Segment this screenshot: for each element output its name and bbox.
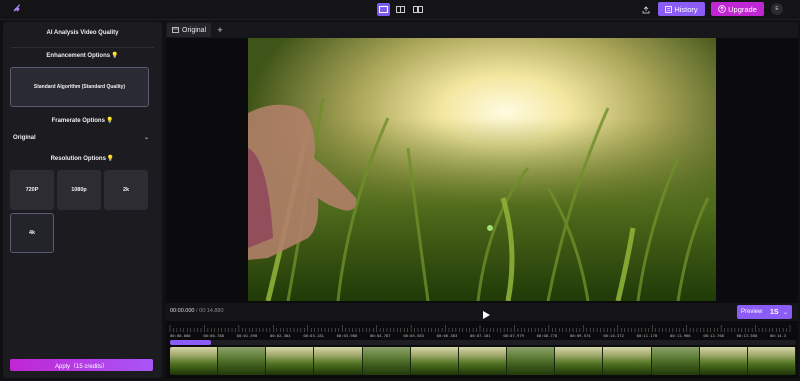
ruler-tick-label: 00:12.768 [703, 333, 724, 338]
resolution-heading: Resolution Options💡 [3, 155, 162, 162]
chevron-down-icon: ⌄ [143, 135, 149, 141]
resolution-2k-option[interactable]: 2k [104, 170, 148, 210]
split-view-icon [396, 6, 405, 13]
playback-controls: 00:00.000 / 00:14.880 Preview 1S ⌄ [166, 303, 798, 321]
time-display: 00:00.000 / 00:14.880 [170, 308, 224, 314]
filmstrip-frame[interactable] [266, 347, 315, 375]
add-tab-button[interactable]: + [214, 23, 226, 37]
video-filmstrip[interactable] [170, 347, 796, 375]
upgrade-button[interactable]: Upgrade [711, 2, 764, 16]
settings-sidebar: AI Analysis Video Quality Enhancement Op… [3, 22, 162, 378]
resolution-4k-option[interactable]: 4k [10, 213, 54, 253]
video-tab-icon [172, 27, 179, 33]
history-icon [665, 5, 673, 13]
preview-label: Preview [741, 309, 763, 315]
single-view-button[interactable] [377, 3, 390, 16]
divider [11, 47, 154, 48]
app-logo[interactable]: 𝒽 [14, 3, 26, 15]
ruler-tick-label: 00:07.181 [470, 333, 491, 338]
ruler-tick-label: 00:00.788 [203, 333, 224, 338]
tab-bar: Original + [166, 22, 798, 38]
ruler-tick-label: 00:01.590 [236, 333, 258, 338]
filmstrip-frame[interactable] [410, 347, 459, 375]
ruler-tick-label: 00:09.574 [570, 333, 591, 338]
user-avatar[interactable]: E [771, 3, 783, 15]
ruler-tick-label: 00:14.3 [770, 333, 787, 338]
split-view-button[interactable] [394, 3, 407, 16]
info-bulb-icon[interactable]: 💡 [111, 53, 118, 59]
resolution-720p-option[interactable]: 720P [10, 170, 54, 210]
filmstrip-frame[interactable] [651, 347, 700, 375]
chevron-down-icon[interactable]: ⌄ [783, 309, 788, 316]
filmstrip-frame[interactable] [218, 347, 267, 375]
standard-algorithm-option[interactable]: Standard Algorithm (Standard Quality) [10, 67, 149, 107]
video-frame-image [248, 38, 716, 301]
filmstrip-frame[interactable] [603, 347, 652, 375]
ruler-tick-label: 00:03.980 [336, 333, 358, 338]
timeline-progress-fill [170, 340, 212, 345]
resolution-heading-text: Resolution Options [50, 156, 106, 162]
framerate-value: Original [13, 135, 36, 141]
editor-main: Original + 00:00.000 / 00:14.880 Preview… [166, 22, 798, 378]
filmstrip-frame[interactable] [555, 347, 604, 375]
play-icon [483, 311, 490, 319]
filmstrip-frame[interactable] [458, 347, 508, 375]
ruler-tick-label: 00:13.568 [736, 333, 758, 338]
framerate-select[interactable]: Original ⌄ [13, 135, 149, 145]
history-button[interactable]: History [658, 2, 705, 16]
sidebar-title: AI Analysis Video Quality [46, 30, 119, 36]
filmstrip-frame[interactable] [314, 347, 363, 375]
upgrade-label: Upgrade [728, 4, 757, 14]
preview-duration[interactable]: 1S [770, 309, 779, 316]
history-label: History [674, 4, 698, 14]
play-button[interactable] [481, 307, 491, 319]
total-duration: 00:14.880 [199, 308, 224, 314]
info-bulb-icon[interactable]: 💡 [106, 118, 113, 124]
side-by-side-icon [412, 6, 423, 13]
ruler-tick-label: 00:11.966 [670, 333, 691, 338]
ruler-tick-label: 00:02.384 [270, 333, 291, 338]
preview-button[interactable]: Preview 1S ⌄ [737, 305, 792, 319]
framerate-heading-text: Framerate Options [51, 118, 105, 124]
enhancement-heading: Enhancement Options💡 [3, 52, 162, 59]
export-icon [642, 6, 650, 14]
side-by-side-view-button[interactable] [411, 3, 424, 16]
ruler-tick-label: 00:10.372 [603, 333, 624, 338]
timeline-progress-bar[interactable] [170, 340, 796, 345]
single-view-icon [379, 6, 388, 13]
info-bulb-icon[interactable]: 💡 [107, 156, 114, 162]
video-preview[interactable] [248, 38, 716, 301]
top-bar: 𝒽 History Upgrade E [0, 0, 800, 20]
ruler-tick-label: 00:03.181 [303, 333, 324, 338]
ruler-tick-label: 00:05.583 [403, 333, 424, 338]
enhancement-heading-text: Enhancement Options [46, 53, 111, 59]
filmstrip-frame[interactable] [747, 347, 796, 375]
current-time: 00:00.000 [170, 308, 195, 314]
export-button[interactable] [640, 4, 652, 16]
filmstrip-frame[interactable] [362, 347, 411, 375]
filmstrip-frame[interactable] [170, 347, 219, 375]
ruler-tick-label: 00:08.778 [536, 333, 558, 338]
tab-original-label: Original [182, 26, 207, 34]
ruler-tick-label: 00:07.979 [503, 333, 524, 338]
ruler-tick-label: 00:00.000 [170, 333, 191, 338]
ruler-tick-label: 00:04.787 [370, 333, 391, 338]
ruler-tick-label: 00:11.170 [636, 333, 658, 338]
tab-original[interactable]: Original [167, 23, 211, 37]
apply-button[interactable]: Apply（15 credits） [10, 359, 153, 371]
ruler-tick-label: 00:06.383 [436, 333, 458, 338]
filmstrip-frame[interactable] [699, 347, 748, 375]
framerate-heading: Framerate Options💡 [3, 117, 162, 124]
upgrade-icon [718, 5, 726, 13]
ruler-ticks [169, 325, 791, 332]
resolution-1080p-option[interactable]: 1080p [57, 170, 101, 210]
timeline-ruler[interactable]: 00:00.000 00:00.788 00:01.590 00:02.384 00:0… [166, 323, 798, 339]
filmstrip-frame[interactable] [507, 347, 556, 375]
